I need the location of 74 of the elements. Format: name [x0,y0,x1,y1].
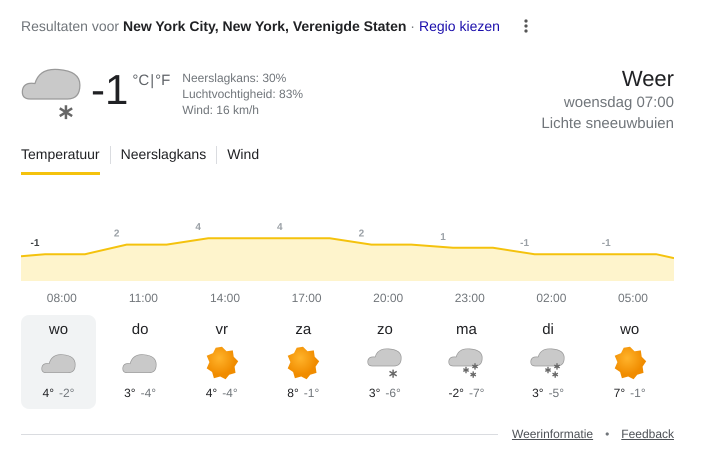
weather-detail: Wind: 16 km/h [182,102,260,118]
current-temperature: -1 [91,66,128,114]
day-name: zo [376,321,393,338]
date-time: woensdag 07:00 [564,93,674,113]
cloud-icon [40,352,76,374]
cloud-snow-icon [448,348,484,378]
temperature-label: 2 [358,228,364,240]
hour-label: 14:00 [208,291,241,305]
low-temperature: -7° [468,386,484,400]
low-temperature: -4° [222,386,238,400]
day-name: ma [456,321,477,338]
low-temperature: -1° [630,386,646,400]
high-temperature: 8° [287,386,299,400]
hour-label: 11:00 [128,291,159,305]
temperature-label: 4 [277,222,283,234]
hour-label: 20:00 [372,291,404,305]
day-forecast[interactable]: zo 3° -6° [347,315,422,409]
high-temperature: 4° [42,386,54,400]
feedback-link[interactable]: Feedback [621,427,674,441]
condition-text: Lichte sneeuwbuien [541,114,674,134]
day-forecast[interactable]: ma -2° -7° [428,315,504,409]
cloud-icon [122,352,158,374]
day-name: wo [48,321,68,338]
day-name: wo [620,321,640,338]
day-forecast[interactable]: di 3° -5° [510,315,586,409]
temperature-label: 4 [195,222,201,234]
high-temperature: 3° [368,386,380,400]
low-temperature: -1° [304,386,320,400]
hour-label: 05:00 [616,291,649,305]
high-temperature: 7° [614,386,626,400]
day-name: di [542,321,554,338]
cloud-snow-icon [21,68,83,121]
hour-label: 02:00 [535,291,568,305]
low-temperature: -5° [548,386,564,400]
high-temperature: 3° [532,386,544,400]
high-temperature: 4° [206,386,218,400]
day-forecast[interactable]: wo 7° -1° [592,315,668,409]
sun-icon [285,345,322,381]
weather-detail: Neerslagkans: 30% [182,70,288,86]
results-text: Resultaten voor New York City, New York, Verenigde Staten · [21,18,415,34]
temperature-label: -1 [30,238,40,250]
temperature-label: -1 [520,238,530,250]
hour-label: 17:00 [290,291,323,305]
day-forecast[interactable]: wo 4° -2° [21,315,96,409]
high-temperature: -2° [448,386,464,400]
unit-separator: | [150,72,154,89]
high-temperature: 3° [124,386,136,400]
tab[interactable]: Wind [227,140,260,175]
day-name: vr [215,321,228,338]
low-temperature: -4° [140,386,156,400]
day-name: za [295,321,312,338]
day-forecast[interactable]: za 8° -1° [266,315,341,409]
low-temperature: -6° [385,386,401,400]
weather-info-link[interactable]: Weerinformatie [512,427,594,441]
temperature-label: 1 [440,232,446,243]
hour-label: 08:00 [46,291,78,305]
tab[interactable]: Neerslagkans [120,140,206,175]
day-name: do [132,321,148,338]
temperature-label: 2 [114,228,120,240]
more-icon[interactable] [524,19,528,33]
region-link[interactable]: Regio kiezen [418,18,500,34]
weather-title: Weer [622,66,674,92]
hour-label: 23:00 [454,291,486,305]
day-forecast[interactable]: do 3° -4° [102,315,178,409]
tab[interactable]: Temperatuur [21,140,100,175]
weather-detail: Luchtvochtigheid: 83% [182,86,304,102]
temperature-label: -1 [602,238,611,250]
cloud-snow-icon [530,348,566,378]
bullet-separator: • [605,427,610,441]
celsius-toggle[interactable]: °C [132,72,150,89]
cloud-snow-icon [366,348,403,378]
day-forecast[interactable]: vr 4° -4° [184,315,260,409]
fahrenheit-toggle[interactable]: °F [155,72,170,89]
low-temperature: -2° [59,386,74,400]
